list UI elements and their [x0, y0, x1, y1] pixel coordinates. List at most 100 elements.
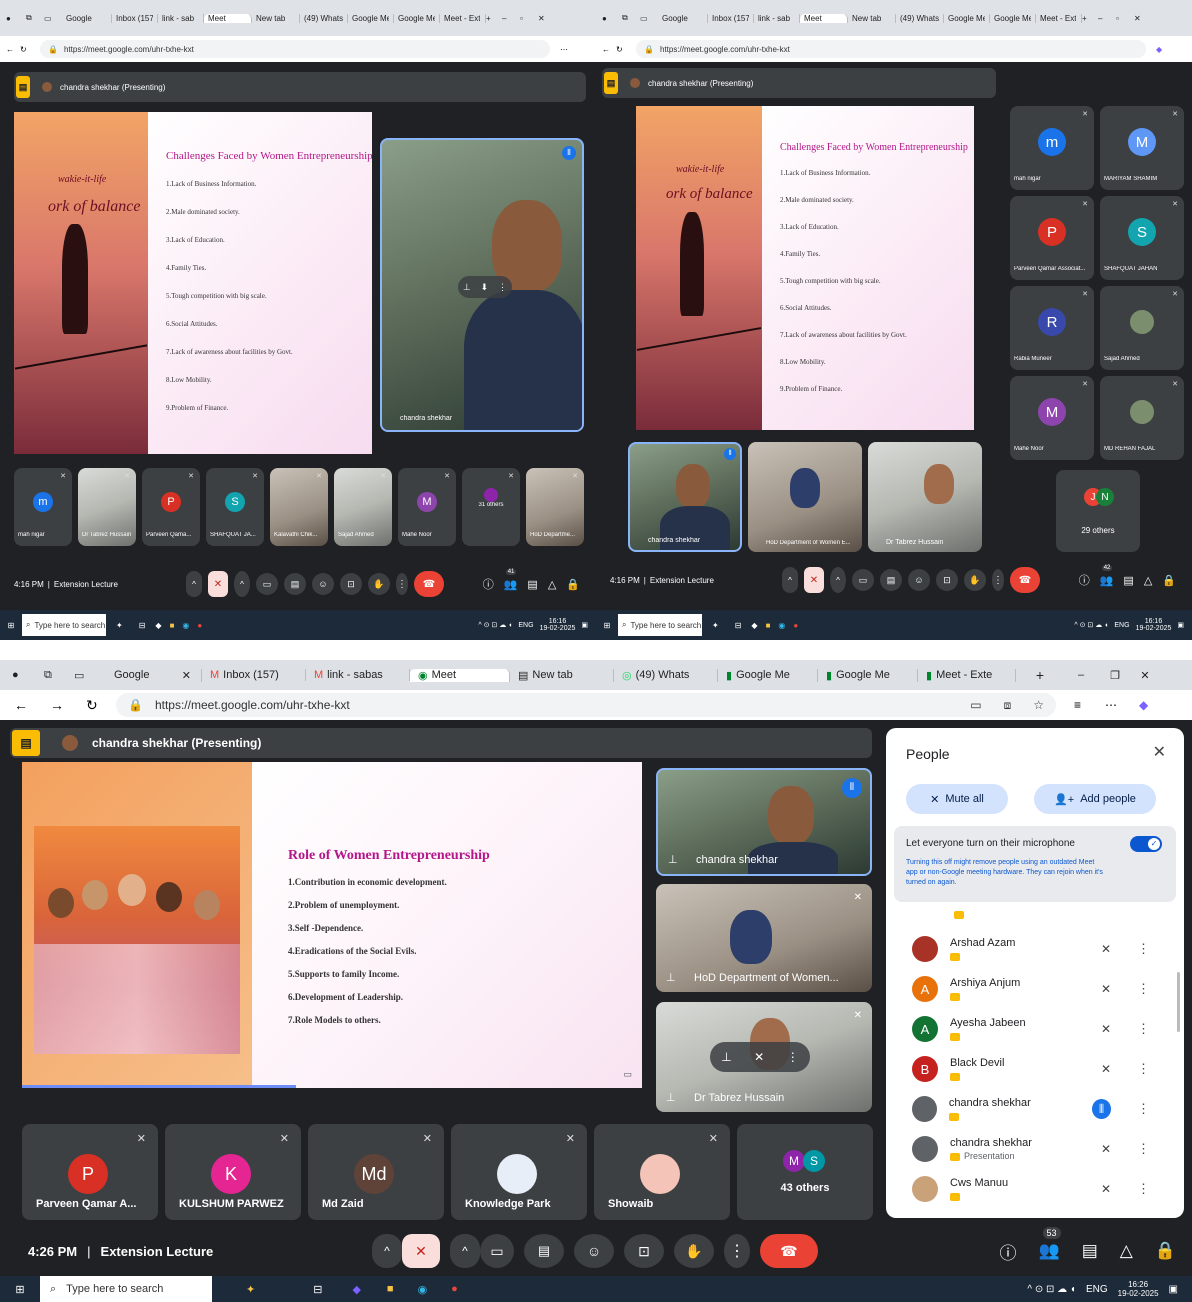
people-button[interactable]: 👥 42	[1100, 564, 1113, 587]
participant-tile[interactable]: S ✕ SHAFQUAT JAHAN	[1100, 196, 1184, 280]
participant-tile[interactable]: ✕ Kalavathi Chik...	[270, 468, 328, 546]
tab-google-meet-2[interactable]: Google Me	[394, 13, 440, 23]
mic-off-icon[interactable]: ✕	[1101, 1182, 1111, 1196]
taskbar-search[interactable]: ⌕ Type here to search	[40, 1276, 212, 1302]
tab-meet-ext[interactable]: Meet - Ext	[440, 13, 486, 23]
url-field[interactable]: 🔒 https://meet.google.com/uhr-txhe-kxt	[636, 40, 1146, 58]
tab-meet[interactable]: Meet	[800, 13, 848, 23]
audio-options-button[interactable]: ^	[782, 567, 798, 593]
copilot-icon[interactable]: ◆	[1156, 45, 1162, 54]
participant-tile[interactable]: M S 43 others	[737, 1124, 873, 1220]
tab-new[interactable]: New tab	[252, 13, 300, 23]
video-options-button[interactable]: ^	[830, 567, 846, 593]
participant-tile[interactable]: m ✕ mah nigar	[1010, 106, 1094, 190]
forward-icon[interactable]: →	[50, 697, 86, 713]
widget-icon[interactable]: ✦	[246, 1283, 255, 1296]
tile-controls[interactable]: ⊥ ✕ ⋮	[710, 1042, 810, 1072]
notification-icon[interactable]: ▣	[1177, 621, 1184, 629]
participant-tile[interactable]: S ✕ SHAFQUAT JA...	[206, 468, 264, 546]
more-vert-icon[interactable]: ⋮	[1137, 1141, 1150, 1157]
participant-tile[interactable]: ✕ Sajad Ahmed	[334, 468, 392, 546]
audio-options-button[interactable]: ^	[372, 1234, 402, 1268]
list-item[interactable]: Cws Manuu ✕ ⋮	[886, 1172, 1184, 1206]
participant-tile[interactable]: ✕ Dr Tabrez Hussain	[78, 468, 136, 546]
reload-icon[interactable]: ↻	[86, 697, 116, 714]
end-call-button[interactable]: ☎	[760, 1234, 818, 1268]
mic-button[interactable]: ✕	[804, 567, 824, 593]
tab-link[interactable]: Mlink - sabas	[306, 669, 410, 681]
close-window-icon[interactable]: ✕	[538, 14, 550, 23]
copilot-icon[interactable]: ◆	[155, 621, 161, 630]
camera-button[interactable]: ▭	[256, 573, 278, 595]
raise-hand-button[interactable]: ✋	[964, 569, 986, 591]
copilot-icon[interactable]: ◆	[352, 1283, 360, 1296]
chat-icon[interactable]: ▤	[1123, 574, 1133, 587]
mute-all-button[interactable]: ✕ Mute all	[906, 784, 1008, 814]
workspaces-icon[interactable]: ⧉	[622, 13, 640, 23]
people-button[interactable]: 👥 53	[1039, 1227, 1061, 1261]
list-item[interactable]: chandra shekhar Presentation ✕ ⋮	[886, 1132, 1184, 1166]
list-item[interactable]: A Arshiya Anjum ✕ ⋮	[886, 972, 1184, 1006]
copilot-icon[interactable]: ◆	[751, 621, 757, 630]
new-tab-icon[interactable]: +	[486, 14, 502, 23]
tab-google-meet-1[interactable]: ▮ Google Me	[718, 668, 818, 682]
mic-off-icon[interactable]: ✕	[1101, 982, 1111, 996]
participant-tile[interactable]: P ✕ Parveen Qamar A...	[22, 1124, 158, 1220]
activities-icon[interactable]: △	[1120, 1241, 1133, 1261]
windows-start-icon[interactable]: ⊞	[596, 621, 618, 630]
pin-icon[interactable]: ⊥	[666, 971, 676, 984]
collections-icon[interactable]: ≡	[1074, 698, 1081, 712]
info-icon[interactable]: ⓘ	[483, 576, 494, 592]
captions-button[interactable]: ▤	[284, 573, 306, 595]
tab-google-meet-2[interactable]: ▮ Google Me	[818, 668, 918, 682]
tab-inbox[interactable]: M Inbox (157)	[202, 669, 306, 681]
close-window-icon[interactable]: ✕	[1132, 669, 1158, 682]
tray-icons[interactable]: ^ ⊙ ⊡ ☁ ◖	[478, 621, 512, 629]
reactions-button[interactable]: ☺	[574, 1234, 614, 1268]
end-call-button[interactable]: ☎	[414, 571, 444, 597]
more-vert-icon[interactable]: ⋮	[787, 1050, 799, 1064]
captions-button[interactable]: ▤	[524, 1234, 564, 1268]
tab-new[interactable]: ▤ New tab	[510, 668, 614, 682]
edge-icon[interactable]: ◉	[418, 1283, 428, 1296]
raise-hand-button[interactable]: ✋	[674, 1234, 714, 1268]
system-clock[interactable]: 16:26 19-02-2025	[1118, 1280, 1159, 1298]
language-indicator[interactable]: ENG	[1114, 622, 1129, 629]
back-icon[interactable]: ←	[602, 45, 616, 54]
tab-google[interactable]: Google ✕	[104, 668, 202, 682]
activities-icon[interactable]: △	[1144, 574, 1152, 587]
new-tab-icon[interactable]: +	[1082, 14, 1098, 23]
participant-tile[interactable]: ✕ Knowledge Park	[451, 1124, 587, 1220]
list-item[interactable]: chandra shekhar ⦀ ⋮	[886, 1092, 1184, 1126]
mic-permission-toggle[interactable]: ✓	[1130, 836, 1162, 852]
mute-icon[interactable]: ✕	[754, 1050, 764, 1064]
edge-icon[interactable]: ◉	[778, 621, 785, 630]
minimize-icon[interactable]: –	[1098, 14, 1116, 23]
windows-start-icon[interactable]: ⊞	[0, 1283, 40, 1296]
new-tab-icon[interactable]: +	[1016, 667, 1064, 683]
present-icon[interactable]: ▤	[604, 72, 618, 94]
task-view-icon[interactable]: ⊟	[313, 1283, 322, 1296]
captions-button[interactable]: ▤	[880, 569, 902, 591]
present-button[interactable]: ⊡	[624, 1234, 664, 1268]
video-tile-tabrez[interactable]: ✕ ⊥ ✕ ⋮ ⊥ Dr Tabrez Hussain	[656, 1002, 872, 1112]
tab-inbox[interactable]: Inbox (157)	[112, 13, 158, 23]
video-options-button[interactable]: ^	[234, 571, 250, 597]
more-vert-icon[interactable]: ⋮	[1137, 1181, 1150, 1197]
list-scrollbar[interactable]	[1177, 972, 1180, 1032]
participant-tile[interactable]: K ✕ KULSHUM PARWEZ	[165, 1124, 301, 1220]
task-view-icon[interactable]: ⊟	[139, 621, 146, 630]
raise-hand-button[interactable]: ✋	[368, 573, 390, 595]
tile-controls[interactable]: ⊥ ⬇ ⋮	[458, 276, 512, 298]
notification-icon[interactable]: ▣	[581, 621, 588, 629]
tab-google-meet-1[interactable]: Google Me	[944, 13, 990, 23]
participant-tile[interactable]: Md ✕ Md Zaid	[308, 1124, 444, 1220]
participant-tile[interactable]: ✕ Showaib	[594, 1124, 730, 1220]
more-vert-icon[interactable]: ⋮	[1137, 981, 1150, 997]
minimize-icon[interactable]: –	[502, 14, 520, 23]
tab-google[interactable]: Google	[658, 13, 708, 23]
restore-icon[interactable]: ❐	[1098, 669, 1132, 682]
camera-button[interactable]: ▭	[852, 569, 874, 591]
profile-icon[interactable]: ●	[12, 669, 44, 681]
tab-meet[interactable]: Meet	[204, 13, 252, 23]
